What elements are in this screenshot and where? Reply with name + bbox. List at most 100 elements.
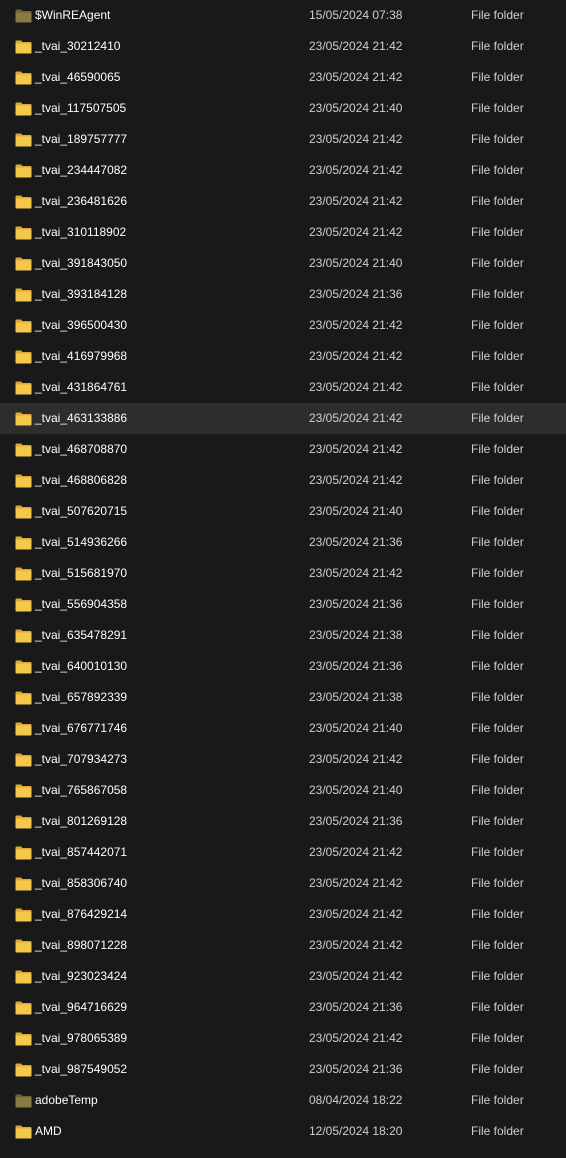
list-item[interactable]: _tvai_987549052 23/05/2024 21:36 File fold… [0, 1054, 566, 1085]
file-name: _tvai_46590065 [35, 70, 121, 84]
date-modified: 23/05/2024 21:38 [309, 690, 403, 704]
file-type: File folder [471, 690, 524, 704]
file-type: File folder [471, 783, 524, 797]
file-name: _tvai_978065389 [35, 1031, 128, 1045]
list-item[interactable]: _tvai_676771746 23/05/2024 21:40 File fold… [0, 713, 566, 744]
folder-icon [15, 784, 32, 798]
date-modified: 23/05/2024 21:42 [309, 938, 403, 952]
list-item[interactable]: _tvai_898071228 23/05/2024 21:42 File fold… [0, 930, 566, 961]
file-type: File folder [471, 938, 524, 952]
list-item[interactable]: AMD 12/05/2024 18:20 File folder [0, 1116, 566, 1147]
folder-icon [15, 908, 32, 922]
folder-icon [15, 629, 32, 643]
list-item[interactable]: _tvai_923023424 23/05/2024 21:42 File fold… [0, 961, 566, 992]
file-name: _tvai_468708870 [35, 442, 128, 456]
file-name: _tvai_431864761 [35, 380, 128, 394]
date-modified: 23/05/2024 21:36 [309, 1062, 403, 1076]
file-name: _tvai_964716629 [35, 1000, 128, 1014]
folder-icon [15, 412, 32, 426]
date-modified: 23/05/2024 21:42 [309, 194, 403, 208]
date-modified: 23/05/2024 21:42 [309, 442, 403, 456]
folder-icon [15, 598, 32, 612]
list-item[interactable]: _tvai_431864761 23/05/2024 21:42 File fold… [0, 372, 566, 403]
date-modified: 08/04/2024 18:22 [309, 1093, 403, 1107]
date-modified: 23/05/2024 21:36 [309, 814, 403, 828]
file-name: _tvai_515681970 [35, 566, 128, 580]
list-item[interactable]: _tvai_236481626 23/05/2024 21:42 File fold… [0, 186, 566, 217]
folder-icon [15, 567, 32, 581]
folder-icon [15, 815, 32, 829]
file-type: File folder [471, 1093, 524, 1107]
list-item[interactable]: _tvai_507620715 23/05/2024 21:40 File fold… [0, 496, 566, 527]
date-modified: 23/05/2024 21:42 [309, 876, 403, 890]
list-item[interactable]: _tvai_463133886 23/05/2024 21:42 File fold… [0, 403, 566, 434]
list-item[interactable]: _tvai_310118902 23/05/2024 21:42 File fold… [0, 217, 566, 248]
list-item[interactable]: _tvai_416979968 23/05/2024 21:42 File fold… [0, 341, 566, 372]
date-modified: 12/05/2024 18:20 [309, 1124, 403, 1138]
list-item[interactable]: _tvai_396500430 23/05/2024 21:42 File fold… [0, 310, 566, 341]
list-item[interactable]: _tvai_393184128 23/05/2024 21:36 File fold… [0, 279, 566, 310]
list-item[interactable]: _tvai_635478291 23/05/2024 21:38 File fold… [0, 620, 566, 651]
list-item[interactable]: $WinREAgent 15/05/2024 07:38 File folder [0, 0, 566, 31]
folder-icon [15, 164, 32, 178]
folder-icon [15, 753, 32, 767]
date-modified: 23/05/2024 21:42 [309, 473, 403, 487]
file-name: _tvai_657892339 [35, 690, 128, 704]
file-name: _tvai_898071228 [35, 938, 128, 952]
date-modified: 23/05/2024 21:36 [309, 287, 403, 301]
list-item[interactable]: _tvai_876429214 23/05/2024 21:42 File fold… [0, 899, 566, 930]
list-item[interactable]: _tvai_707934273 23/05/2024 21:42 File fold… [0, 744, 566, 775]
date-modified: 23/05/2024 21:40 [309, 101, 403, 115]
list-item[interactable]: _tvai_514936266 23/05/2024 21:36 File fold… [0, 527, 566, 558]
file-type: File folder [471, 814, 524, 828]
file-type: File folder [471, 225, 524, 239]
list-item[interactable]: _tvai_978065389 23/05/2024 21:42 File fold… [0, 1023, 566, 1054]
list-item[interactable]: _tvai_801269128 23/05/2024 21:36 File fold… [0, 806, 566, 837]
file-type: File folder [471, 1124, 524, 1138]
list-item[interactable]: _tvai_515681970 23/05/2024 21:42 File fold… [0, 558, 566, 589]
folder-icon [15, 691, 32, 705]
file-type: File folder [471, 101, 524, 115]
file-type: File folder [471, 597, 524, 611]
folder-icon [15, 71, 32, 85]
file-type: File folder [471, 70, 524, 84]
file-name: _tvai_30212410 [35, 39, 121, 53]
date-modified: 23/05/2024 21:42 [309, 318, 403, 332]
list-item[interactable]: _tvai_391843050 23/05/2024 21:40 File fold… [0, 248, 566, 279]
list-item[interactable]: _tvai_117507505 23/05/2024 21:40 File fold… [0, 93, 566, 124]
file-name: _tvai_707934273 [35, 752, 128, 766]
file-name: _tvai_640010130 [35, 659, 128, 673]
list-item[interactable]: _tvai_640010130 23/05/2024 21:36 File fold… [0, 651, 566, 682]
list-item[interactable]: _tvai_234447082 23/05/2024 21:42 File fold… [0, 155, 566, 186]
folder-icon [15, 381, 32, 395]
file-name: _tvai_676771746 [35, 721, 128, 735]
file-name: _tvai_507620715 [35, 504, 128, 518]
file-name: _tvai_857442071 [35, 845, 128, 859]
list-item[interactable]: _tvai_468708870 23/05/2024 21:42 File fold… [0, 434, 566, 465]
list-item[interactable]: _tvai_46590065 23/05/2024 21:42 File folde… [0, 62, 566, 93]
file-type: File folder [471, 752, 524, 766]
list-item[interactable]: _tvai_857442071 23/05/2024 21:42 File fold… [0, 837, 566, 868]
folder-icon [15, 319, 32, 333]
file-type: File folder [471, 473, 524, 487]
list-item[interactable]: _tvai_765867058 23/05/2024 21:40 File fold… [0, 775, 566, 806]
file-name: _tvai_876429214 [35, 907, 128, 921]
list-item[interactable]: _tvai_468806828 23/05/2024 21:42 File fold… [0, 465, 566, 496]
folder-icon [15, 195, 32, 209]
list-item[interactable]: _tvai_964716629 23/05/2024 21:36 File fold… [0, 992, 566, 1023]
list-item[interactable]: _tvai_189757777 23/05/2024 21:42 File fold… [0, 124, 566, 155]
list-item[interactable]: _tvai_556904358 23/05/2024 21:36 File fold… [0, 589, 566, 620]
list-item[interactable]: _tvai_858306740 23/05/2024 21:42 File fold… [0, 868, 566, 899]
list-item[interactable]: adobeTemp 08/04/2024 18:22 File folder [0, 1085, 566, 1116]
date-modified: 23/05/2024 21:42 [309, 380, 403, 394]
list-item[interactable]: _tvai_30212410 23/05/2024 21:42 File folde… [0, 31, 566, 62]
file-name: _tvai_189757777 [35, 132, 128, 146]
file-name: _tvai_987549052 [35, 1062, 128, 1076]
file-type: File folder [471, 411, 524, 425]
file-type: File folder [471, 380, 524, 394]
list-item[interactable]: _tvai_657892339 23/05/2024 21:38 File fold… [0, 682, 566, 713]
file-name: AMD [35, 1124, 62, 1138]
file-type: File folder [471, 628, 524, 642]
folder-icon [15, 288, 32, 302]
folder-icon [15, 846, 32, 860]
